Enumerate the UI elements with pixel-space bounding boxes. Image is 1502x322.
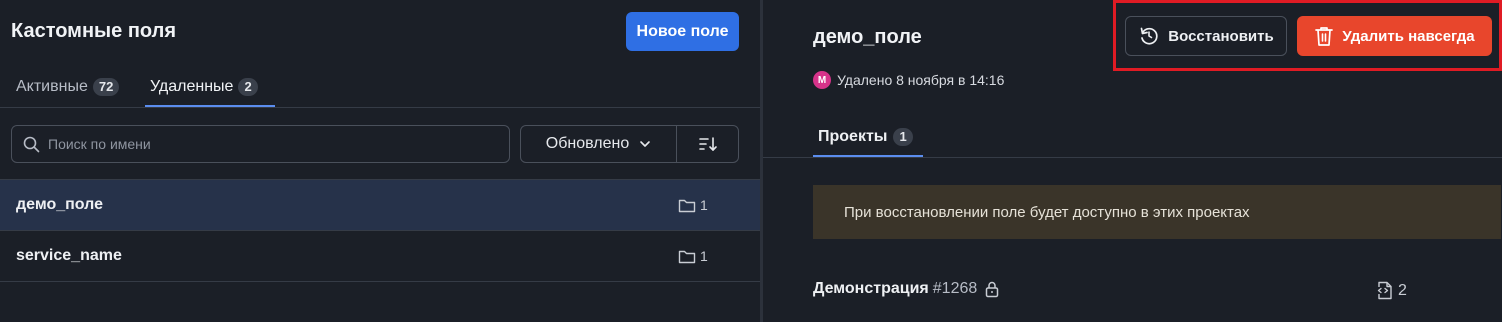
project-row[interactable]: Демонстрация #1268	[813, 280, 999, 298]
project-id: #1268	[932, 280, 978, 297]
divider	[763, 157, 1502, 158]
list-item[interactable]: демо_поле 1	[0, 180, 760, 230]
field-detail-panel: демо_поле М Удалено 8 ноября в 14:16 Вос…	[763, 0, 1502, 322]
restore-label: Восстановить	[1168, 27, 1274, 45]
count-badge: 2	[238, 78, 258, 96]
delete-forever-button[interactable]: Удалить навсегда	[1297, 16, 1492, 56]
field-title: демо_поле	[813, 26, 922, 48]
delete-forever-label: Удалить навсегда	[1342, 27, 1475, 45]
project-count-value: 1	[700, 248, 708, 264]
trash-icon	[1314, 25, 1334, 47]
search-input[interactable]	[48, 136, 488, 152]
folder-icon	[678, 249, 696, 264]
search-box[interactable]	[11, 125, 510, 163]
sort-select[interactable]: Обновлено	[520, 125, 677, 163]
project-usage: 2	[1377, 281, 1407, 300]
new-field-button[interactable]: Новое поле	[626, 12, 739, 51]
file-code-icon	[1377, 281, 1393, 300]
count-badge: 1	[893, 128, 913, 146]
field-name: демо_поле	[16, 196, 104, 213]
usage-count: 2	[1398, 281, 1407, 299]
restore-notice: При восстановлении поле будет доступно в…	[813, 185, 1501, 239]
project-count: 1	[678, 248, 708, 264]
divider	[0, 107, 760, 108]
list-item[interactable]: service_name 1	[0, 231, 760, 281]
deleted-info: М Удалено 8 ноября в 14:16	[813, 71, 1004, 89]
tab-label: Активные	[16, 78, 88, 95]
chevron-down-icon	[639, 140, 651, 148]
divider	[0, 281, 760, 282]
folder-icon	[678, 198, 696, 213]
search-icon	[23, 136, 40, 153]
restore-icon	[1138, 25, 1160, 47]
tab-label: Проекты	[818, 128, 888, 145]
deleted-timestamp: Удалено 8 ноября в 14:16	[837, 72, 1005, 88]
sort-direction-icon	[698, 136, 718, 152]
tab-active[interactable]: Активные 72	[16, 78, 120, 96]
custom-fields-panel: Кастомные поля Новое поле Активные 72 Уд…	[0, 0, 760, 322]
sort-direction-button[interactable]	[677, 125, 739, 163]
sort-select-value: Обновлено	[545, 135, 630, 152]
tab-projects[interactable]: Проекты 1	[818, 128, 913, 146]
avatar: М	[813, 71, 831, 89]
page-title: Кастомные поля	[11, 20, 176, 42]
project-count: 1	[678, 197, 708, 213]
project-name: Демонстрация	[813, 280, 929, 297]
restore-button[interactable]: Восстановить	[1125, 16, 1287, 56]
notice-text: При восстановлении поле будет доступно в…	[844, 203, 1250, 221]
count-badge: 72	[92, 78, 120, 96]
lock-icon	[985, 281, 999, 298]
field-name: service_name	[16, 247, 122, 264]
tab-deleted[interactable]: Удаленные 2	[150, 78, 258, 96]
project-count-value: 1	[700, 197, 708, 213]
tab-label: Удаленные	[150, 78, 234, 95]
